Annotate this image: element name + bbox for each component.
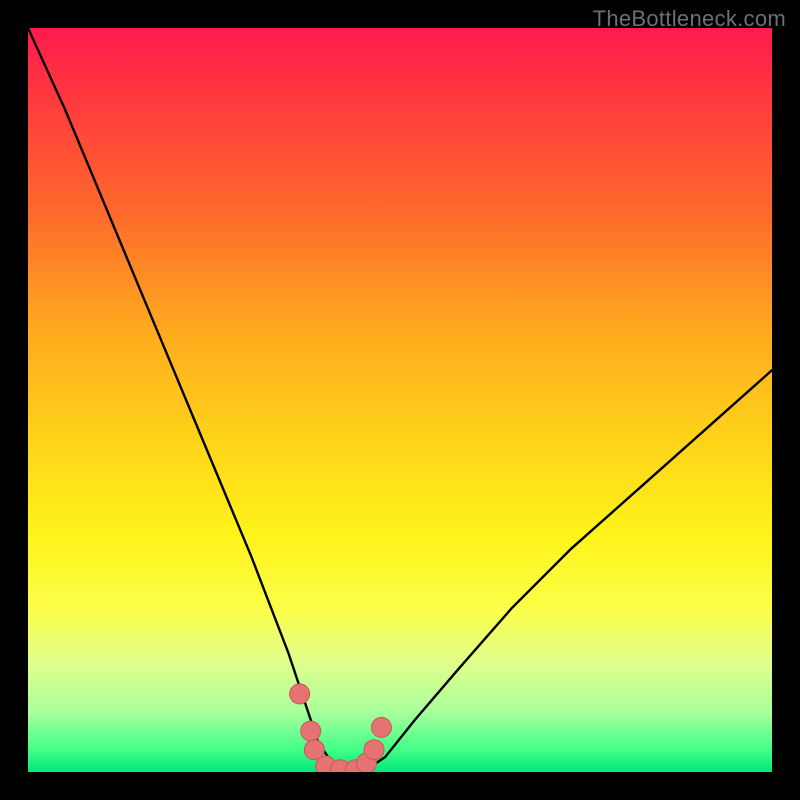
outer-frame: TheBottleneck.com: [0, 0, 800, 800]
plot-area: [28, 28, 772, 772]
watermark-text: TheBottleneck.com: [593, 6, 786, 32]
